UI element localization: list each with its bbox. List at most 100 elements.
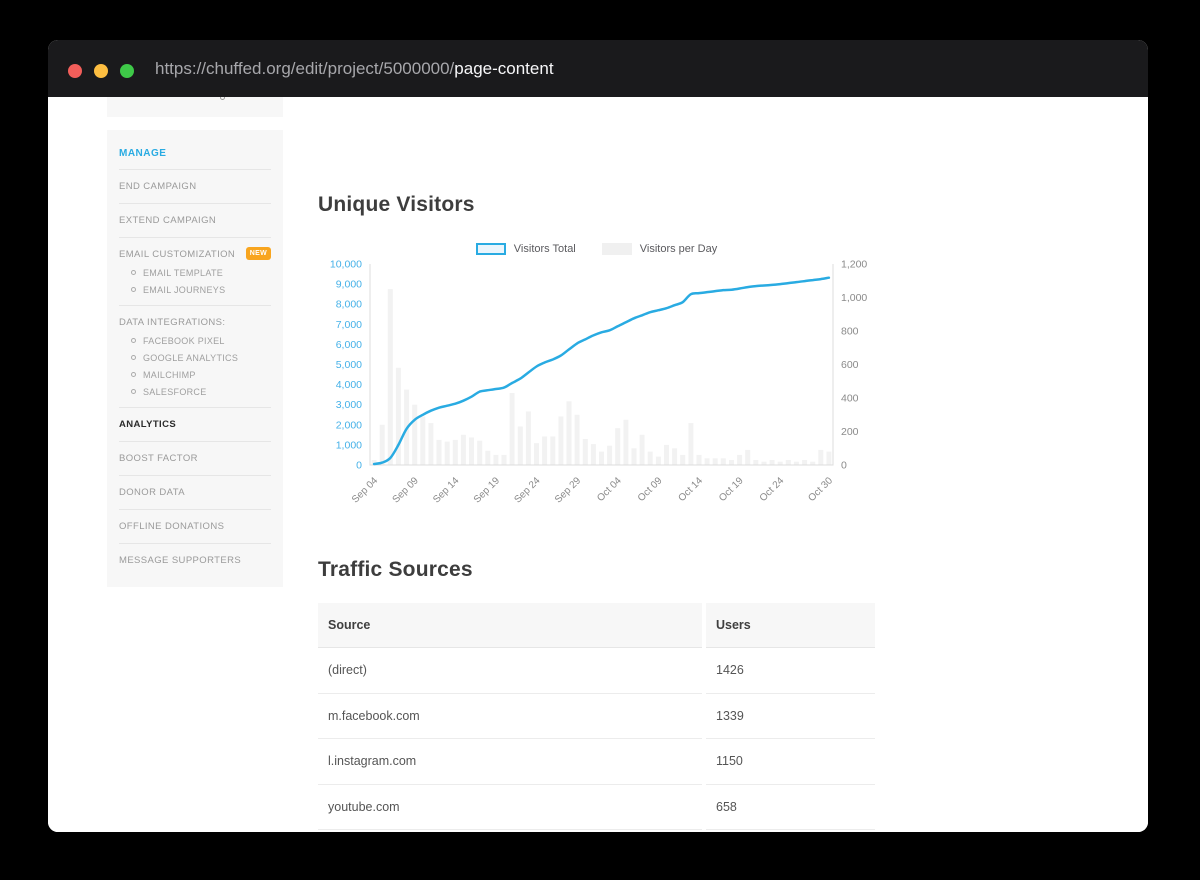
close-window-button[interactable] <box>68 64 82 78</box>
sidebar-items: END CAMPAIGN EXTEND CAMPAIGN EMAIL CUSTOMI… <box>119 170 271 577</box>
sidebar-item-analytics[interactable]: ANALYTICS <box>119 415 271 434</box>
daily-visitors-bar <box>510 393 515 465</box>
sidebar-group: ANALYTICS <box>119 408 271 442</box>
visitors-total-line <box>374 278 829 464</box>
x-axis-tick-label: Sep 14 <box>431 475 461 505</box>
daily-visitors-bar <box>721 458 726 465</box>
table-row: m.facebook.com1339 <box>318 694 875 740</box>
bullet-icon <box>131 338 136 343</box>
left-axis-tick-label: 4,000 <box>336 379 362 391</box>
x-axis-tick-label: Sep 04 <box>350 475 380 505</box>
sidebar-item-email-customization[interactable]: EMAIL CUSTOMIZATIONNEW <box>119 245 271 264</box>
url-active-segment: page-content <box>454 59 553 78</box>
x-axis-tick-label: Oct 19 <box>717 475 746 504</box>
sidebar-item-message-supporters[interactable]: MESSAGE SUPPORTERS <box>119 551 271 570</box>
visitors-chart: 01,0002,0003,0004,0005,0006,0007,0008,00… <box>318 255 875 521</box>
desktop-background: https://chuffed.org/edit/project/5000000… <box>0 0 1200 880</box>
x-axis-tick-label: Sep 29 <box>553 475 583 505</box>
x-axis-tick-label: Sep 09 <box>391 475 421 505</box>
sidebar-subitem-email-journeys[interactable]: EMAIL JOURNEYS <box>119 281 271 298</box>
x-axis-tick-label: Sep 24 <box>512 475 542 505</box>
daily-visitors-bar <box>412 405 417 465</box>
sidebar-group: EMAIL CUSTOMIZATIONNEWEMAIL TEMPLATEEMAI… <box>119 238 271 306</box>
sidebar-item-offline-donations[interactable]: OFFLINE DONATIONS <box>119 517 271 536</box>
daily-visitors-bar <box>688 423 693 465</box>
sidebar-subitem-salesforce[interactable]: SALESFORCE <box>119 383 271 400</box>
daily-visitors-bar <box>502 455 507 465</box>
traffic-sources-heading: Traffic Sources <box>318 558 473 582</box>
legend-item-visitors-per-day[interactable]: Visitors per Day <box>602 243 717 255</box>
daily-visitors-bar <box>380 425 385 465</box>
daily-visitors-bar <box>632 448 637 465</box>
daily-visitors-bar <box>575 415 580 465</box>
daily-visitors-bar <box>518 427 523 466</box>
daily-visitors-bar <box>485 451 490 465</box>
right-axis-tick-label: 800 <box>841 326 859 338</box>
bullet-icon <box>131 287 136 292</box>
daily-visitors-bar <box>428 423 433 465</box>
sidebar-group: BOOST FACTOR <box>119 442 271 476</box>
left-axis-tick-label: 10,000 <box>330 259 362 271</box>
legend-item-visitors-total[interactable]: Visitors Total <box>476 243 576 255</box>
daily-visitors-bar <box>680 455 685 465</box>
left-axis-tick-label: 2,000 <box>336 419 362 431</box>
sidebar-group: EXTEND CAMPAIGN <box>119 204 271 238</box>
daily-visitors-bar <box>388 289 393 465</box>
source-cell: l.instagram.com <box>318 739 702 785</box>
daily-visitors-bar <box>664 445 669 465</box>
left-axis-tick-label: 6,000 <box>336 339 362 351</box>
sidebar-item-boost-factor[interactable]: BOOST FACTOR <box>119 449 271 468</box>
daily-visitors-bar <box>615 428 620 465</box>
left-axis-tick-label: 7,000 <box>336 319 362 331</box>
sidebar-item-extend-campaign[interactable]: EXTEND CAMPAIGN <box>119 211 271 230</box>
daily-visitors-bar <box>558 416 563 465</box>
maximize-window-button[interactable] <box>120 64 134 78</box>
daily-visitors-bar <box>493 455 498 465</box>
sidebar-section-manage: MANAGE <box>119 142 271 170</box>
left-axis-tick-label: 8,000 <box>336 299 362 311</box>
sidebar-subitem-email-template[interactable]: EMAIL TEMPLATE <box>119 264 271 281</box>
new-badge: NEW <box>246 247 271 260</box>
minimize-window-button[interactable] <box>94 64 108 78</box>
sidebar-subitem-mailchimp[interactable]: MAILCHIMP <box>119 366 271 383</box>
daily-visitors-bar <box>599 452 604 465</box>
daily-visitors-bar <box>745 450 750 465</box>
table-body: (direct)1426m.facebook.com1339l.instagra… <box>318 648 875 830</box>
bullet-icon <box>131 270 136 275</box>
daily-visitors-bar <box>550 437 555 466</box>
daily-visitors-bar <box>672 448 677 465</box>
daily-visitors-bar <box>729 460 734 465</box>
source-cell: youtube.com <box>318 785 702 831</box>
traffic-sources-table: Source Users (direct)1426m.facebook.com1… <box>318 603 875 830</box>
sidebar-item-end-campaign[interactable]: END CAMPAIGN <box>119 177 271 196</box>
sidebar-item-data-integrations[interactable]: DATA INTEGRATIONS: <box>119 313 271 332</box>
daily-visitors-bar <box>818 450 823 465</box>
left-axis-tick-label: 1,000 <box>336 439 362 451</box>
daily-visitors-bar <box>607 446 612 465</box>
sidebar-subitem-google-analytics[interactable]: GOOGLE ANALYTICS <box>119 349 271 366</box>
page-content: MANAGE END CAMPAIGN EXTEND CAMPAIGN EMAIL … <box>48 97 1148 832</box>
daily-visitors-bar <box>786 460 791 465</box>
url-bar[interactable]: https://chuffed.org/edit/project/5000000… <box>155 40 554 97</box>
daily-visitors-bar <box>623 420 628 465</box>
right-axis-tick-label: 200 <box>841 426 859 438</box>
source-cell: m.facebook.com <box>318 694 702 740</box>
unique-visitors-heading: Unique Visitors <box>318 193 475 217</box>
sidebar-item-donor-data[interactable]: DONOR DATA <box>119 483 271 502</box>
daily-visitors-bar <box>567 401 572 465</box>
daily-visitors-bar <box>656 457 661 465</box>
daily-visitors-bar <box>469 437 474 465</box>
users-cell: 1150 <box>706 739 875 785</box>
bullet-icon <box>131 355 136 360</box>
column-header-users: Users <box>706 603 875 648</box>
daily-visitors-bar <box>753 460 758 465</box>
daily-visitors-bar <box>697 455 702 465</box>
legend-label: Visitors Total <box>514 243 576 255</box>
daily-visitors-bar <box>737 455 742 465</box>
sidebar-subitem-facebook-pixel[interactable]: FACEBOOK PIXEL <box>119 332 271 349</box>
right-axis-tick-label: 1,200 <box>841 259 867 271</box>
users-cell: 1339 <box>706 694 875 740</box>
bullet-icon <box>131 389 136 394</box>
daily-visitors-bar <box>445 442 450 465</box>
bullet-icon <box>131 372 136 377</box>
